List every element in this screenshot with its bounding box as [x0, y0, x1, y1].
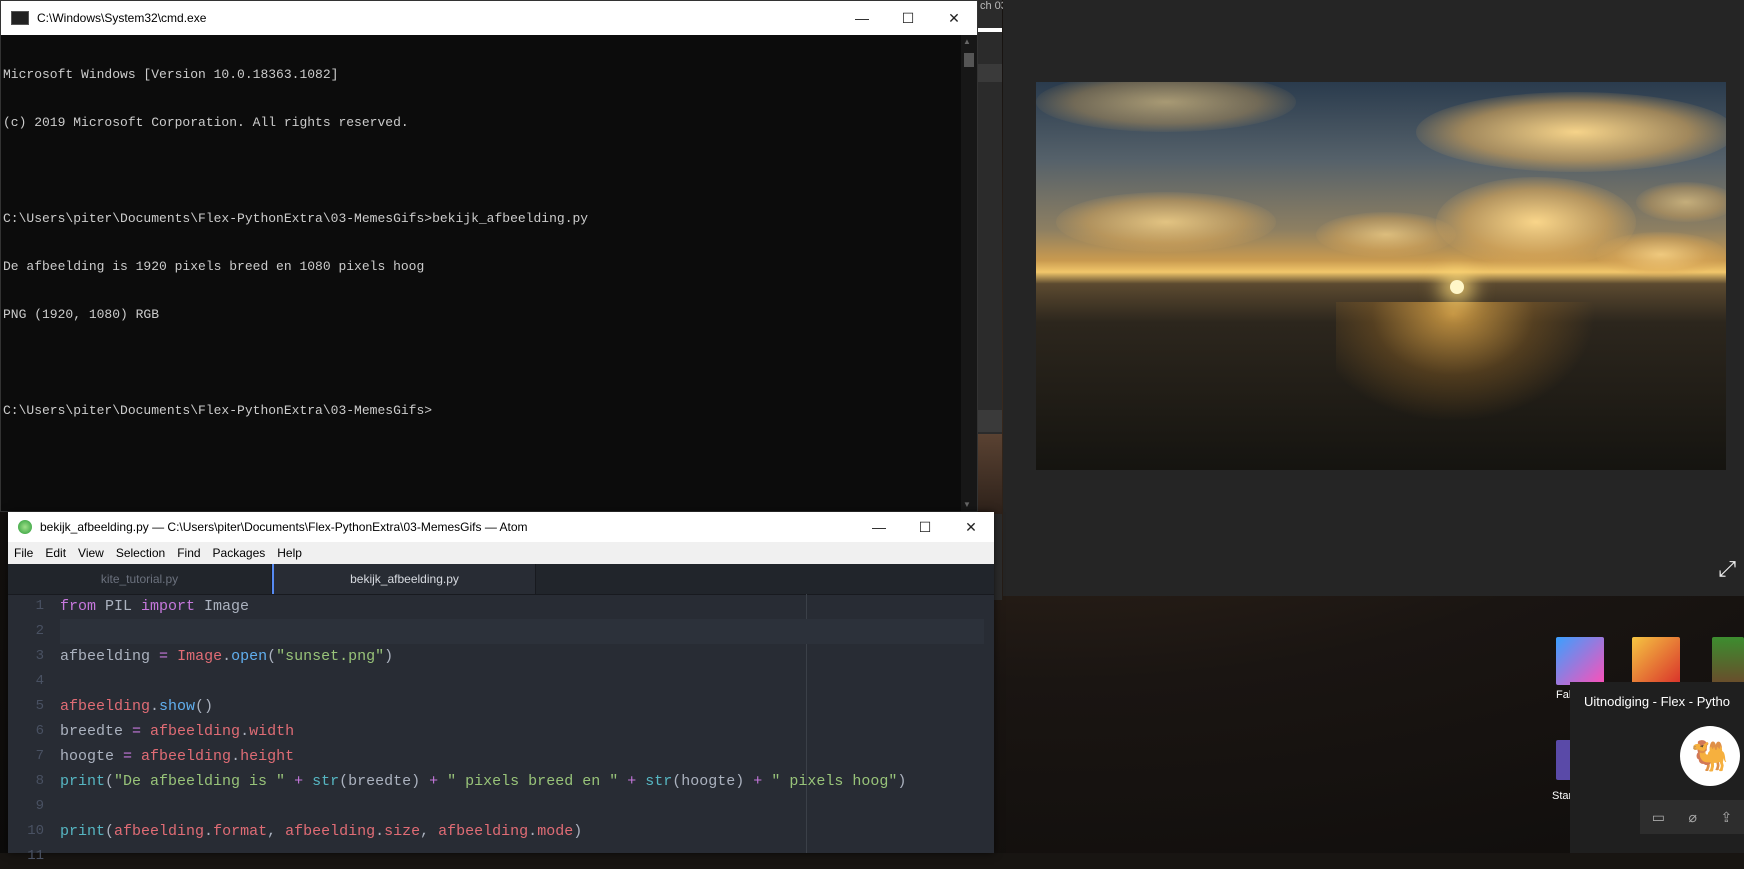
minimize-icon[interactable]: —	[839, 1, 885, 35]
cmd-line: C:\Users\piter\Documents\Flex-PythonExtr…	[3, 211, 589, 226]
cmd-line: PNG (1920, 1080) RGB	[3, 307, 160, 322]
line-number: 7	[35, 748, 44, 764]
cmd-window[interactable]: C:\Windows\System32\cmd.exe — ☐ ✕ Micros…	[0, 0, 978, 512]
cuphead-icon[interactable]	[1632, 637, 1680, 685]
sunset-photo	[1036, 82, 1726, 470]
code-line: breedte = afbeelding.width	[60, 723, 295, 740]
sun	[1450, 280, 1464, 294]
scroll-down-icon[interactable]: ▼	[963, 500, 971, 509]
cloud	[1036, 82, 1296, 132]
divider	[978, 64, 1002, 82]
menu-view[interactable]: View	[72, 546, 110, 560]
line-number: 11	[27, 848, 44, 864]
line-number: 5	[35, 698, 44, 714]
cmd-icon	[11, 11, 29, 25]
terraria-icon[interactable]	[1712, 637, 1744, 685]
atom-title: bekijk_afbeelding.py — C:\Users\piter\Do…	[40, 520, 528, 534]
tab-bekijk-afbeelding[interactable]: bekijk_afbeelding.py	[272, 564, 536, 594]
line-number: 4	[35, 673, 44, 689]
cloud	[1596, 232, 1726, 277]
notification-title: Uitnodiging - Flex - Pytho	[1584, 694, 1730, 709]
line-number: 6	[35, 723, 44, 739]
window-controls: — ☐ ✕	[856, 512, 994, 542]
cmd-line	[3, 355, 961, 371]
menu-packages[interactable]: Packages	[207, 546, 272, 560]
menu-bar: File Edit View Selection Find Packages H…	[8, 542, 994, 564]
minimize-icon[interactable]: —	[856, 512, 902, 542]
cmd-title-bar[interactable]: C:\Windows\System32\cmd.exe — ☐ ✕	[1, 1, 977, 35]
line-number: 2	[35, 623, 44, 639]
code-line: afbeelding = Image.open("sunset.png")	[60, 648, 394, 665]
cmd-scrollbar[interactable]: ▲ ▼	[961, 35, 977, 511]
code-editor[interactable]: 1 2 3 4 5 6 7 8 9 10 11 from PIL import …	[8, 594, 994, 864]
meeting-notification[interactable]: Uitnodiging - Flex - Pytho 🐫 ▭ ⌀ ⇪	[1570, 682, 1744, 853]
cloud	[1416, 92, 1726, 172]
cmd-line: De afbeelding is 1920 pixels breed en 10…	[3, 259, 425, 274]
divider	[978, 28, 1002, 32]
line-number: 3	[35, 648, 44, 664]
line-number: 10	[27, 823, 44, 839]
maximize-icon[interactable]: ☐	[902, 512, 948, 542]
code-line: hoogte = afbeelding.height	[60, 748, 295, 765]
image-viewer-window[interactable]: ⤢	[1003, 0, 1744, 596]
menu-file[interactable]: File	[8, 546, 39, 560]
menu-help[interactable]: Help	[271, 546, 308, 560]
scroll-up-icon[interactable]: ▲	[963, 37, 971, 46]
close-icon[interactable]: ✕	[931, 1, 977, 35]
cmd-line: (c) 2019 Microsoft Corporation. All righ…	[3, 115, 409, 130]
cmd-prompt[interactable]: C:\Users\piter\Documents\Flex-PythonExtr…	[3, 403, 961, 419]
code-lines[interactable]: from PIL import Image afbeelding = Image…	[60, 594, 994, 869]
line-number: 9	[35, 798, 44, 814]
atom-window[interactable]: bekijk_afbeelding.py — C:\Users\piter\Do…	[8, 512, 994, 864]
cmd-line: Microsoft Windows [Version 10.0.18363.10…	[3, 67, 339, 82]
line-number-gutter: 1 2 3 4 5 6 7 8 9 10 11	[8, 594, 54, 864]
share-icon[interactable]: ⇪	[1721, 809, 1733, 826]
cmd-title: C:\Windows\System32\cmd.exe	[37, 11, 207, 25]
menu-edit[interactable]: Edit	[39, 546, 72, 560]
tab-kite-tutorial[interactable]: kite_tutorial.py	[8, 564, 272, 594]
window-controls: — ☐ ✕	[839, 1, 977, 35]
cmd-output[interactable]: Microsoft Windows [Version 10.0.18363.10…	[3, 35, 961, 511]
close-icon[interactable]: ✕	[948, 512, 994, 542]
call-controls: ▭ ⌀ ⇪	[1640, 800, 1744, 834]
code-line: afbeelding.show()	[60, 698, 214, 715]
background-window: ch 03	[978, 0, 1007, 600]
code-line-current	[60, 619, 984, 644]
avatar: 🐫	[1680, 726, 1740, 786]
cloud	[1316, 212, 1456, 257]
atom-title-bar[interactable]: bekijk_afbeelding.py — C:\Users\piter\Do…	[8, 512, 994, 542]
desktop-icon-label: Fal	[1556, 689, 1572, 701]
menu-selection[interactable]: Selection	[110, 546, 171, 560]
scrollbar-thumb[interactable]	[964, 53, 974, 67]
atom-logo-icon	[18, 520, 32, 534]
line-number: 1	[35, 598, 44, 614]
sun-reflection	[1336, 302, 1596, 422]
expand-icon[interactable]: ⤢	[1718, 556, 1736, 582]
wallpaper-fragment	[978, 434, 1002, 514]
cloud	[1056, 192, 1276, 252]
cmd-line	[3, 163, 961, 179]
menu-find[interactable]: Find	[171, 546, 206, 560]
line-number: 8	[35, 773, 44, 789]
video-icon[interactable]: ▭	[1652, 809, 1665, 826]
mic-off-icon[interactable]: ⌀	[1689, 809, 1697, 826]
fall-guys-icon[interactable]	[1556, 637, 1604, 685]
code-line: print("De afbeelding is " + str(breedte)…	[60, 773, 907, 790]
code-line: from PIL import Image	[60, 598, 250, 615]
tab-bar: kite_tutorial.py bekijk_afbeelding.py	[8, 564, 994, 595]
cloud	[1636, 182, 1726, 222]
maximize-icon[interactable]: ☐	[885, 1, 931, 35]
code-line: print(afbeelding.format, afbeelding.size…	[60, 823, 583, 840]
divider	[978, 410, 1002, 432]
